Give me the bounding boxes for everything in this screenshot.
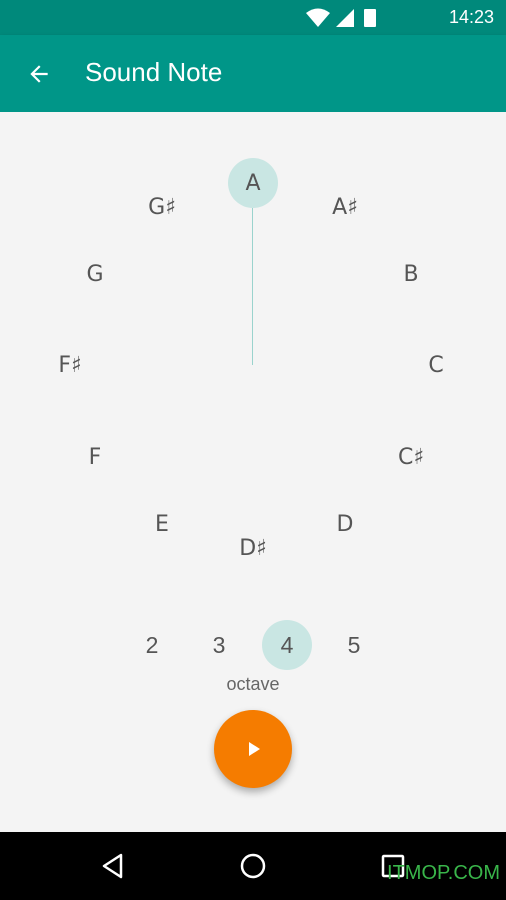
note-a-sharp[interactable]: A♯ bbox=[320, 182, 370, 232]
status-time: 14:23 bbox=[448, 7, 494, 27]
note-d[interactable]: D bbox=[320, 499, 370, 549]
note-d-sharp[interactable]: D♯ bbox=[228, 523, 278, 573]
battery-icon bbox=[364, 9, 376, 27]
arrow-back-icon bbox=[30, 65, 48, 83]
octave-2[interactable]: 2 bbox=[127, 620, 177, 670]
note-g-sharp[interactable]: G♯ bbox=[137, 182, 187, 232]
octave-3[interactable]: 3 bbox=[194, 620, 244, 670]
note-a[interactable]: A bbox=[228, 158, 278, 208]
circle-home-icon bbox=[240, 853, 266, 879]
octave-label: octave bbox=[226, 674, 280, 694]
navigation-bar: ITMOP.COM bbox=[0, 832, 506, 900]
status-icons bbox=[306, 8, 376, 27]
note-e[interactable]: E bbox=[137, 499, 187, 549]
app-title: Sound Note bbox=[85, 57, 223, 87]
wifi-icon bbox=[306, 8, 330, 27]
note-f-sharp[interactable]: F♯ bbox=[45, 340, 95, 390]
app-bar: Sound Note bbox=[0, 35, 506, 112]
note-selector: A A♯ B C C♯ D D♯ E F F♯ G G♯ 2 3 4 5 oct… bbox=[0, 112, 506, 832]
signal-icon bbox=[336, 9, 354, 27]
triangle-back-icon bbox=[102, 853, 123, 879]
note-f[interactable]: F bbox=[70, 432, 120, 482]
tuning-needle bbox=[252, 208, 253, 365]
note-c[interactable]: C bbox=[411, 340, 461, 390]
nav-home-button[interactable] bbox=[233, 846, 273, 886]
nav-back-button[interactable] bbox=[93, 846, 133, 886]
play-icon bbox=[249, 742, 260, 756]
status-bar: 14:23 bbox=[0, 0, 506, 35]
back-button[interactable] bbox=[20, 55, 58, 93]
octave-5[interactable]: 5 bbox=[329, 620, 379, 670]
note-g[interactable]: G bbox=[70, 249, 120, 299]
play-button[interactable] bbox=[214, 710, 292, 788]
note-c-sharp[interactable]: C♯ bbox=[386, 432, 436, 482]
watermark: ITMOP.COM bbox=[387, 862, 500, 884]
octave-4[interactable]: 4 bbox=[262, 620, 312, 670]
note-b[interactable]: B bbox=[386, 249, 436, 299]
